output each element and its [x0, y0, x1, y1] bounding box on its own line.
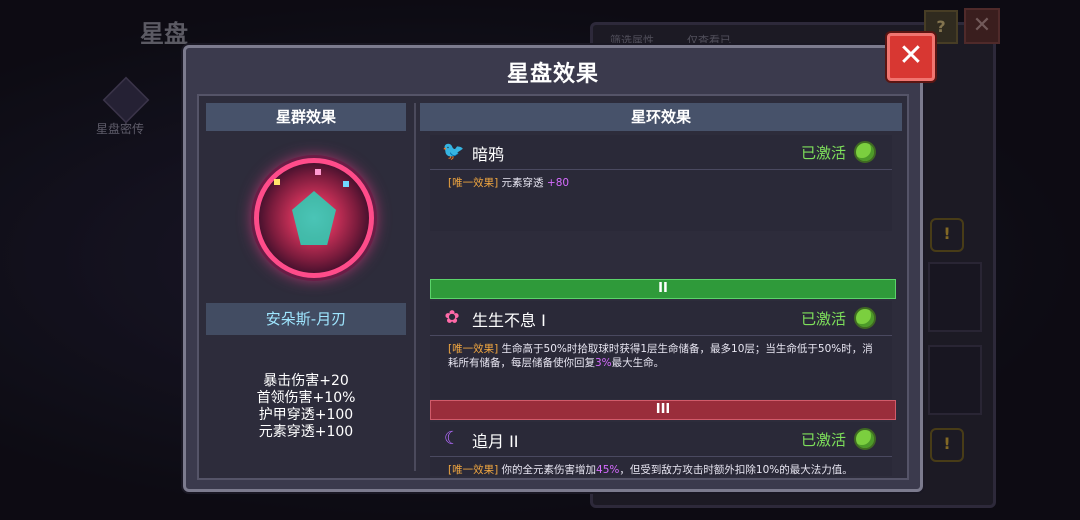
- ring-effect-entry: ✿ 生生不息 I 已激活 [唯一效果] 生命高于50%时拾取球时获得1层生命储备…: [430, 301, 892, 399]
- ring-effect-entry-head: ☾ 追月 II 已激活: [430, 422, 892, 457]
- tier-divider-iii: III: [430, 400, 896, 420]
- ring-effect-description: [唯一效果] 元素穿透 +80: [430, 170, 892, 190]
- constellation-effect-header: 星群效果: [206, 103, 406, 131]
- close-button[interactable]: ✕: [887, 33, 935, 81]
- constellation-effect-column: 星群效果 安朵斯-月刃 暴击伤害+20 首领伤害+10% 护甲穿透+100 元素…: [206, 103, 406, 469]
- status-text: 已激活: [800, 310, 846, 328]
- status-text: 已激活: [800, 144, 846, 162]
- description-text: 最大生命。: [611, 357, 665, 369]
- description-text: 元素穿透: [498, 177, 547, 189]
- description-text: 你的全元素伤害增加: [498, 464, 597, 476]
- modal-title: 星盘效果: [506, 62, 599, 87]
- description-highlight: +80: [546, 177, 570, 189]
- ring-effect-entry: ☾ 追月 II 已激活 [唯一效果] 你的全元素伤害增加45%，但受到敌方攻击时…: [430, 422, 892, 476]
- ring-effect-description: [唯一效果] 生命高于50%时拾取球时获得1层生命储备，最多10层；当生命低于5…: [430, 336, 892, 370]
- ring-effect-entry-head: 🐦 暗鸦 已激活: [430, 135, 892, 170]
- ring-effect-column: 星环效果 🐦 暗鸦 已激活 [唯一效果] 元素穿透 +80 II ✿ 生生不息 …: [420, 103, 902, 476]
- modal-content: 星群效果 安朵斯-月刃 暴击伤害+20 首领伤害+10% 护甲穿透+100 元素…: [197, 94, 909, 480]
- sparkle-icon: [343, 181, 349, 187]
- ring-effect-name: 暗鸦: [472, 145, 505, 164]
- status-text: 已激活: [800, 431, 846, 449]
- description-text: ，但受到敌方攻击时额外扣除10%的最大法力值。: [619, 464, 853, 476]
- ring-effect-name: 追月 II: [472, 432, 519, 451]
- flower-icon: ✿: [444, 307, 460, 328]
- active-indicator-icon: [854, 307, 876, 329]
- stat-line: 护甲穿透+100: [258, 407, 354, 423]
- column-divider: [414, 103, 416, 471]
- ring-effect-entry: 🐦 暗鸦 已激活 [唯一效果] 元素穿透 +80: [430, 135, 892, 231]
- stat-line: 元素穿透+100: [258, 424, 354, 440]
- active-indicator-icon: [854, 428, 876, 450]
- ring-effect-entry-head: ✿ 生生不息 I 已激活: [430, 301, 892, 336]
- sparkle-icon: [315, 169, 321, 175]
- crow-icon: 🐦: [442, 141, 465, 162]
- emblem-core: [292, 191, 336, 245]
- unique-effect-tag: [唯一效果]: [448, 464, 499, 476]
- unique-effect-tag: [唯一效果]: [448, 343, 499, 355]
- ring-effect-header: 星环效果: [420, 103, 902, 131]
- ring-effect-description: [唯一效果] 你的全元素伤害增加45%，但受到敌方攻击时额外扣除10%的最大法力…: [430, 457, 892, 477]
- moon-icon: ☾: [443, 428, 461, 449]
- tier-divider-ii: II: [430, 279, 896, 299]
- stat-line: 暴击伤害+20: [263, 373, 349, 389]
- constellation-stats: 暴击伤害+20 首领伤害+10% 护甲穿透+100 元素穿透+100: [206, 373, 406, 441]
- active-indicator-icon: [854, 141, 876, 163]
- description-highlight: 45%: [596, 464, 620, 476]
- hero-emblem-icon: [254, 158, 374, 278]
- hero-name: 安朵斯-月刃: [206, 303, 406, 335]
- astrolabe-effect-modal: 星盘效果 ✕ 星群效果 安朵斯-月刃 暴击伤害+20 首领伤害+10% 护甲穿透…: [183, 33, 935, 492]
- sparkle-icon: [274, 179, 280, 185]
- unique-effect-tag: [唯一效果]: [448, 177, 499, 189]
- stat-line: 首领伤害+10%: [256, 390, 356, 406]
- ring-effect-name: 生生不息 I: [472, 311, 546, 330]
- description-highlight: 3%: [595, 357, 612, 369]
